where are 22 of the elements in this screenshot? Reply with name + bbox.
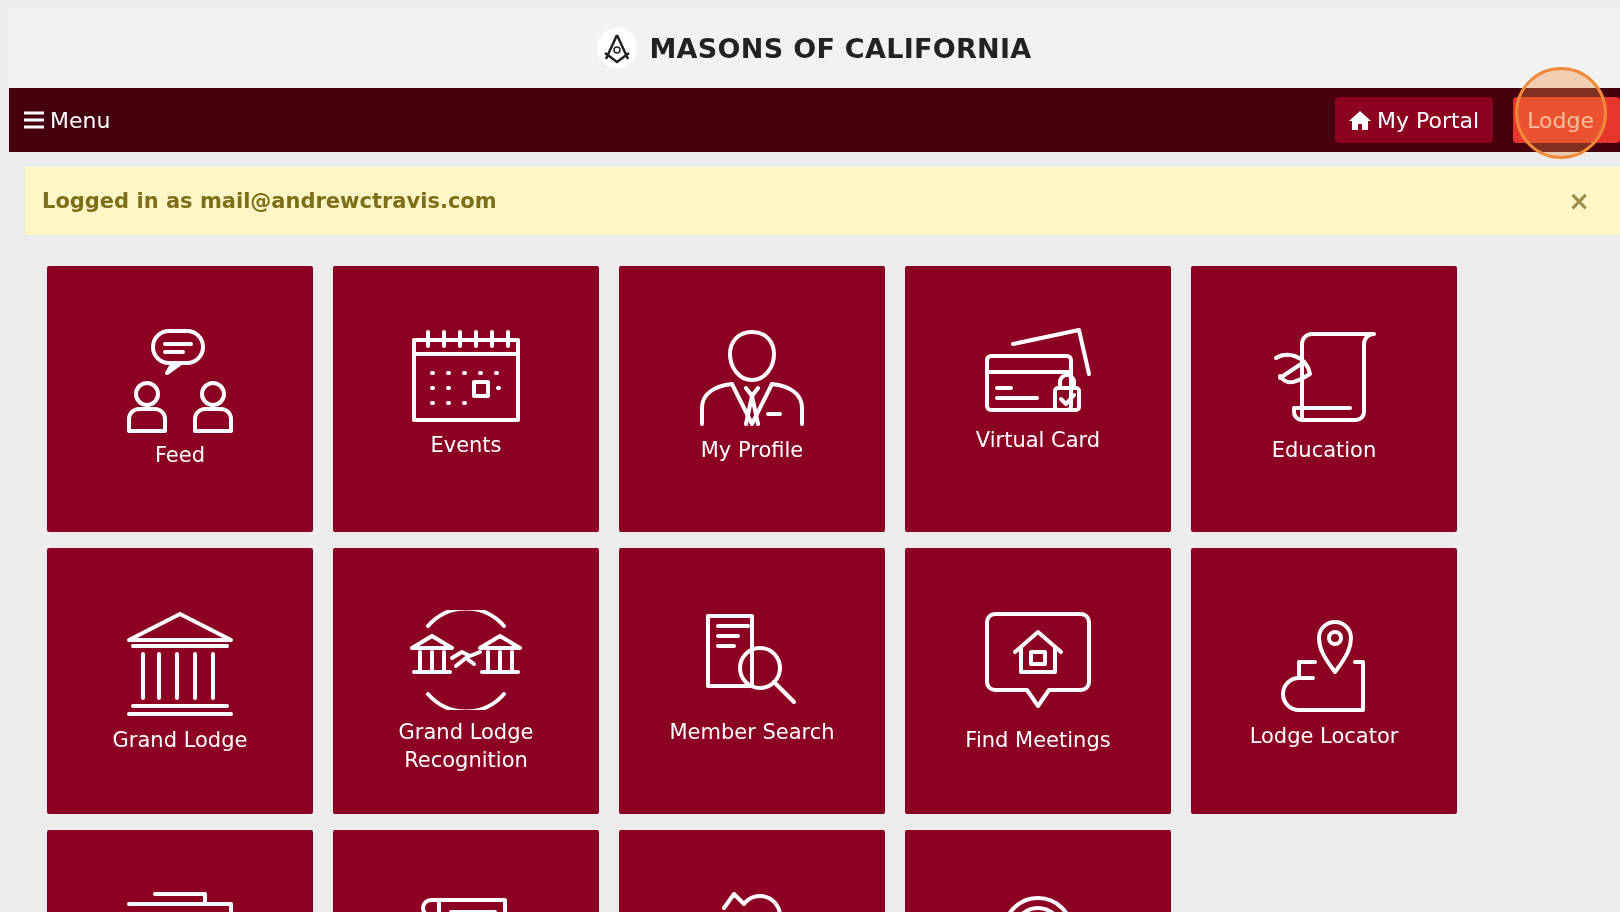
menu-button[interactable]: Menu — [24, 107, 111, 133]
site-title: MASONS OF CALIFORNIA — [649, 32, 1032, 64]
compass-square-logo-icon — [597, 28, 638, 68]
menu-tile[interactable]: Feed — [47, 266, 313, 532]
menu-tile[interactable]: Virtual Card — [905, 266, 1171, 532]
menu-tile[interactable]: Grand Lodge Recognition — [333, 548, 599, 814]
home-icon — [1349, 110, 1371, 130]
menu-tile[interactable]: Grand Lodge — [47, 548, 313, 814]
menu-tile[interactable]: Education — [1191, 266, 1457, 532]
alert-text: Logged in as mail@andrewctravis.com — [42, 189, 497, 213]
building-handshake-icon — [408, 610, 524, 710]
menu-tile[interactable]: Lodge Locator — [1191, 548, 1457, 814]
menu-tile[interactable]: Find Meetings — [905, 548, 1171, 814]
menu-tile[interactable]: Member Search — [619, 548, 885, 814]
person-suit-icon — [698, 328, 806, 428]
calendar-icon — [410, 328, 522, 423]
columns-building-icon — [125, 610, 235, 718]
portal-button[interactable]: My Portal — [1335, 97, 1494, 143]
menu-tile[interactable]: Events — [333, 266, 599, 532]
menu-tile[interactable]: My Profile — [619, 266, 885, 532]
menu-icon — [24, 111, 44, 129]
chat-people-icon — [125, 328, 235, 433]
